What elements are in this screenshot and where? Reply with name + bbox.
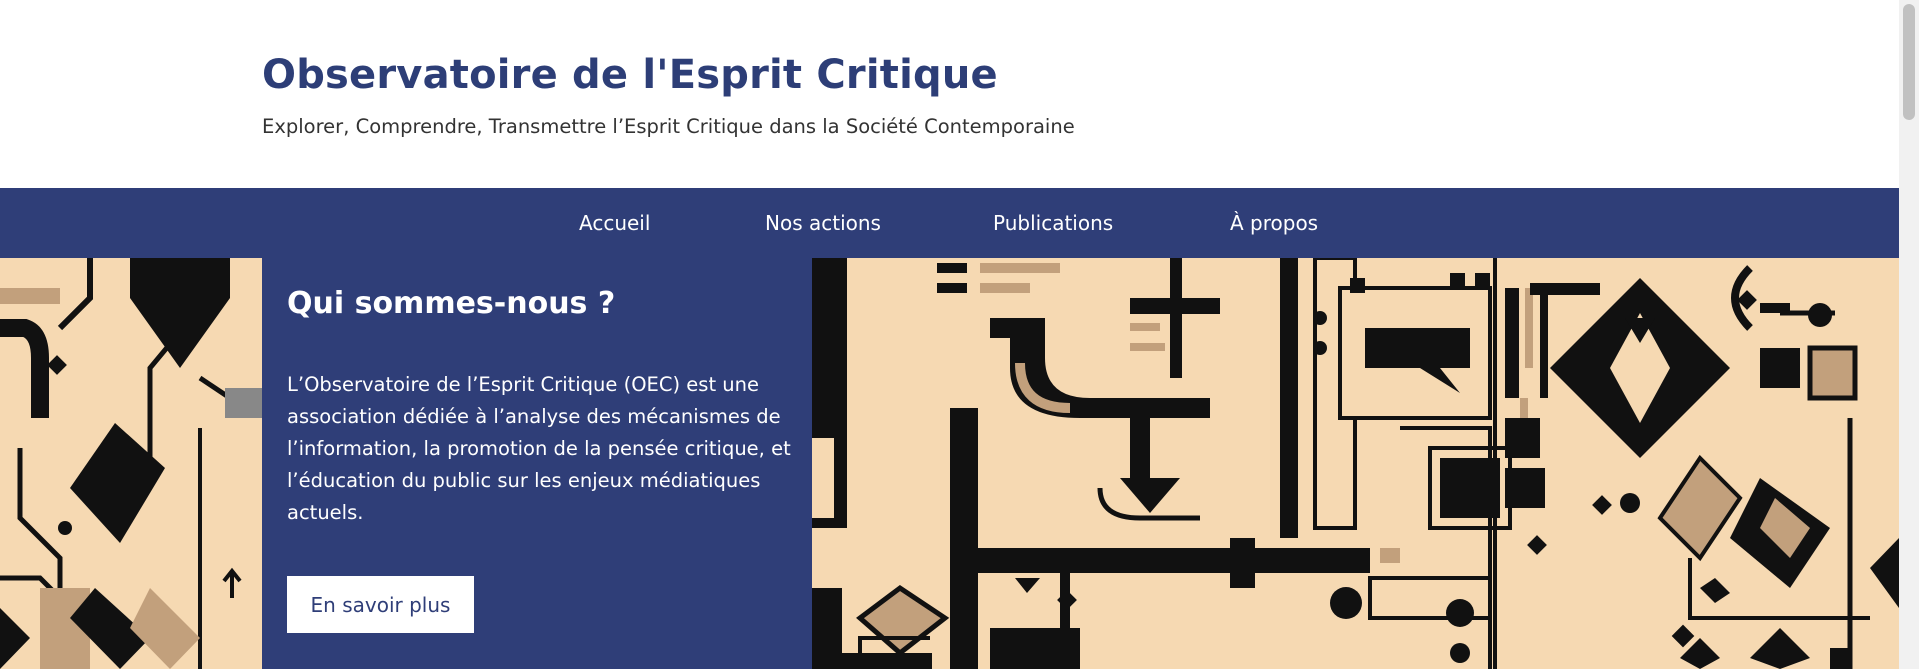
nav-item-publications[interactable]: Publications: [993, 188, 1113, 258]
nav-item-nos-actions[interactable]: Nos actions: [765, 188, 881, 258]
site-header: Observatoire de l'Esprit Critique Explor…: [0, 0, 1899, 188]
scrollbar-thumb[interactable]: [1903, 4, 1915, 120]
learn-more-button[interactable]: En savoir plus: [287, 576, 474, 633]
site-title[interactable]: Observatoire de l'Esprit Critique: [262, 52, 998, 98]
site-tagline: Explorer, Comprendre, Transmettre l’Espr…: [262, 115, 1075, 138]
nav-item-accueil[interactable]: Accueil: [579, 188, 650, 258]
nav-item-a-propos[interactable]: À propos: [1230, 188, 1318, 258]
page-scrollbar[interactable]: [1899, 0, 1919, 669]
about-card: Qui sommes-nous ? L’Observatoire de l’Es…: [262, 258, 812, 669]
hero-section: Qui sommes-nous ? L’Observatoire de l’Es…: [0, 258, 1899, 669]
about-description: L’Observatoire de l’Esprit Critique (OEC…: [287, 373, 791, 524]
about-heading: Qui sommes-nous ?: [287, 286, 616, 321]
main-nav: Accueil Nos actions Publications À propo…: [0, 188, 1899, 258]
